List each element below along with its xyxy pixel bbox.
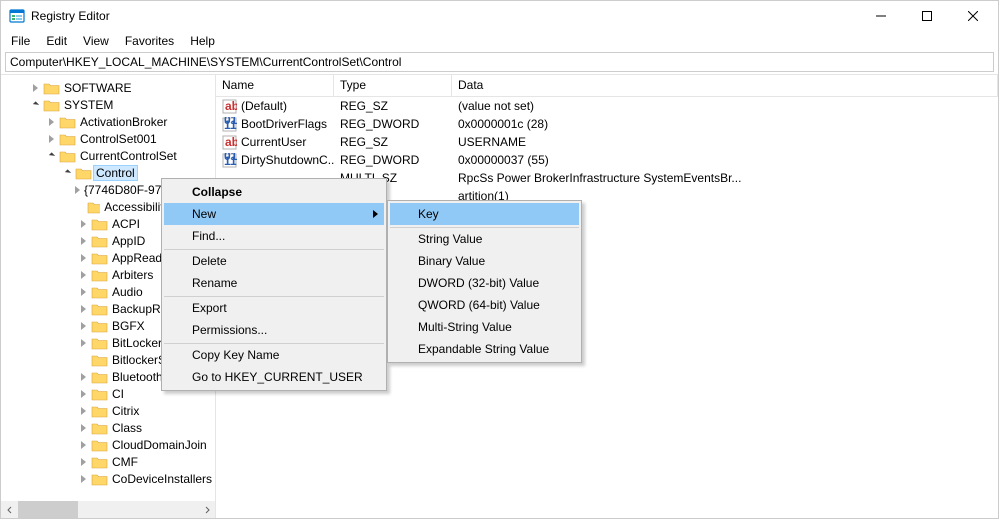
value-data: RpcSs Power BrokerInfrastructure SystemE… (452, 171, 998, 185)
folder-icon (91, 353, 108, 367)
value-data: 0x0000001c (28) (452, 117, 998, 131)
submenu-arrow-icon (373, 210, 378, 218)
value-name: BootDriverFlags (241, 117, 327, 131)
column-data[interactable]: Data (452, 75, 998, 96)
folder-icon (91, 217, 108, 231)
value-data: (value not set) (452, 99, 998, 113)
close-button[interactable] (950, 1, 996, 31)
value-type-icon (222, 135, 237, 150)
context-submenu-new: Key String Value Binary Value DWORD (32-… (387, 200, 582, 363)
context-menu: Collapse New Find... Delete Rename Expor… (161, 178, 387, 391)
menu-file[interactable]: File (3, 32, 38, 50)
menu-help[interactable]: Help (182, 32, 223, 50)
menu-item-new-key[interactable]: Key (390, 203, 579, 225)
window-title: Registry Editor (31, 9, 858, 23)
value-row[interactable]: DirtyShutdownC...REG_DWORD0x00000037 (55… (216, 151, 998, 169)
folder-icon (91, 370, 108, 384)
tree-item-software[interactable]: SOFTWARE (1, 79, 215, 96)
menu-edit[interactable]: Edit (38, 32, 75, 50)
menu-item-find[interactable]: Find... (164, 225, 384, 247)
value-type: REG_SZ (334, 99, 452, 113)
tree-item-system[interactable]: SYSTEM (1, 96, 215, 113)
tree-horizontal-scrollbar[interactable] (1, 501, 215, 518)
menu-item-new[interactable]: New (164, 203, 384, 225)
folder-icon (91, 438, 108, 452)
app-icon (9, 8, 25, 24)
menu-item-new-qword[interactable]: QWORD (64-bit) Value (390, 294, 579, 316)
folder-icon (91, 404, 108, 418)
folder-icon (91, 336, 108, 350)
value-name: CurrentUser (241, 135, 306, 149)
scroll-left-icon[interactable] (1, 501, 18, 518)
menu-item-copy-key-name[interactable]: Copy Key Name (164, 344, 384, 366)
folder-icon (91, 234, 108, 248)
tree-item-citrix[interactable]: Citrix (1, 402, 215, 419)
folder-icon (59, 132, 76, 146)
value-data: USERNAME (452, 135, 998, 149)
folder-icon (91, 251, 108, 265)
scroll-right-icon[interactable] (198, 501, 215, 518)
folder-icon (91, 268, 108, 282)
folder-icon (75, 166, 92, 180)
value-name: DirtyShutdownC... (241, 153, 334, 167)
menu-item-delete[interactable]: Delete (164, 250, 384, 272)
folder-icon (91, 472, 108, 486)
tree-item-class[interactable]: Class (1, 419, 215, 436)
folder-icon (91, 387, 108, 401)
tree-item-cmf[interactable]: CMF (1, 453, 215, 470)
menu-item-permissions[interactable]: Permissions... (164, 319, 384, 341)
value-type-icon (222, 99, 237, 114)
tree-item-codeviceinstallers[interactable]: CoDeviceInstallers (1, 470, 215, 487)
menu-item-new-string[interactable]: String Value (390, 228, 579, 250)
menu-item-new-multistring[interactable]: Multi-String Value (390, 316, 579, 338)
minimize-button[interactable] (858, 1, 904, 31)
folder-icon (91, 319, 108, 333)
folder-icon (43, 98, 60, 112)
value-type: REG_DWORD (334, 117, 452, 131)
folder-icon (91, 455, 108, 469)
column-type[interactable]: Type (334, 75, 452, 96)
values-header: Name Type Data (216, 75, 998, 97)
folder-icon (91, 285, 108, 299)
maximize-button[interactable] (904, 1, 950, 31)
menu-item-export[interactable]: Export (164, 297, 384, 319)
value-type: REG_DWORD (334, 153, 452, 167)
menu-view[interactable]: View (75, 32, 117, 50)
address-text: Computer\HKEY_LOCAL_MACHINE\SYSTEM\Curre… (10, 55, 401, 69)
tree-item-activationbroker[interactable]: ActivationBroker (1, 113, 215, 130)
value-data: 0x00000037 (55) (452, 153, 998, 167)
folder-icon (59, 149, 76, 163)
menu-favorites[interactable]: Favorites (117, 32, 182, 50)
folder-icon (59, 115, 76, 129)
tree-item-controlset001[interactable]: ControlSet001 (1, 130, 215, 147)
menu-item-collapse[interactable]: Collapse (164, 181, 384, 203)
folder-icon (91, 421, 108, 435)
folder-icon (43, 81, 60, 95)
folder-icon (91, 302, 108, 316)
scroll-thumb[interactable] (18, 501, 78, 518)
address-bar[interactable]: Computer\HKEY_LOCAL_MACHINE\SYSTEM\Curre… (5, 52, 994, 72)
menu-item-rename[interactable]: Rename (164, 272, 384, 294)
value-name: (Default) (241, 99, 287, 113)
menu-item-new-binary[interactable]: Binary Value (390, 250, 579, 272)
tree-item-clouddomain[interactable]: CloudDomainJoin (1, 436, 215, 453)
column-name[interactable]: Name (216, 75, 334, 96)
value-row[interactable]: CurrentUser REG_SZUSERNAME (216, 133, 998, 151)
folder-icon (87, 200, 100, 214)
value-type-icon (222, 153, 237, 168)
menu-item-new-dword[interactable]: DWORD (32-bit) Value (390, 272, 579, 294)
value-row[interactable]: (Default) REG_SZ(value not set) (216, 97, 998, 115)
title-bar: Registry Editor (1, 1, 998, 31)
menu-item-new-expandstring[interactable]: Expandable String Value (390, 338, 579, 360)
tree-item-currentcontrolset[interactable]: CurrentControlSet (1, 147, 215, 164)
menu-item-goto-hkcu[interactable]: Go to HKEY_CURRENT_USER (164, 366, 384, 388)
menu-bar: File Edit View Favorites Help (1, 31, 998, 50)
value-row[interactable]: BootDriverFlags REG_DWORD0x0000001c (28) (216, 115, 998, 133)
value-type: REG_SZ (334, 135, 452, 149)
value-type-icon (222, 117, 237, 132)
